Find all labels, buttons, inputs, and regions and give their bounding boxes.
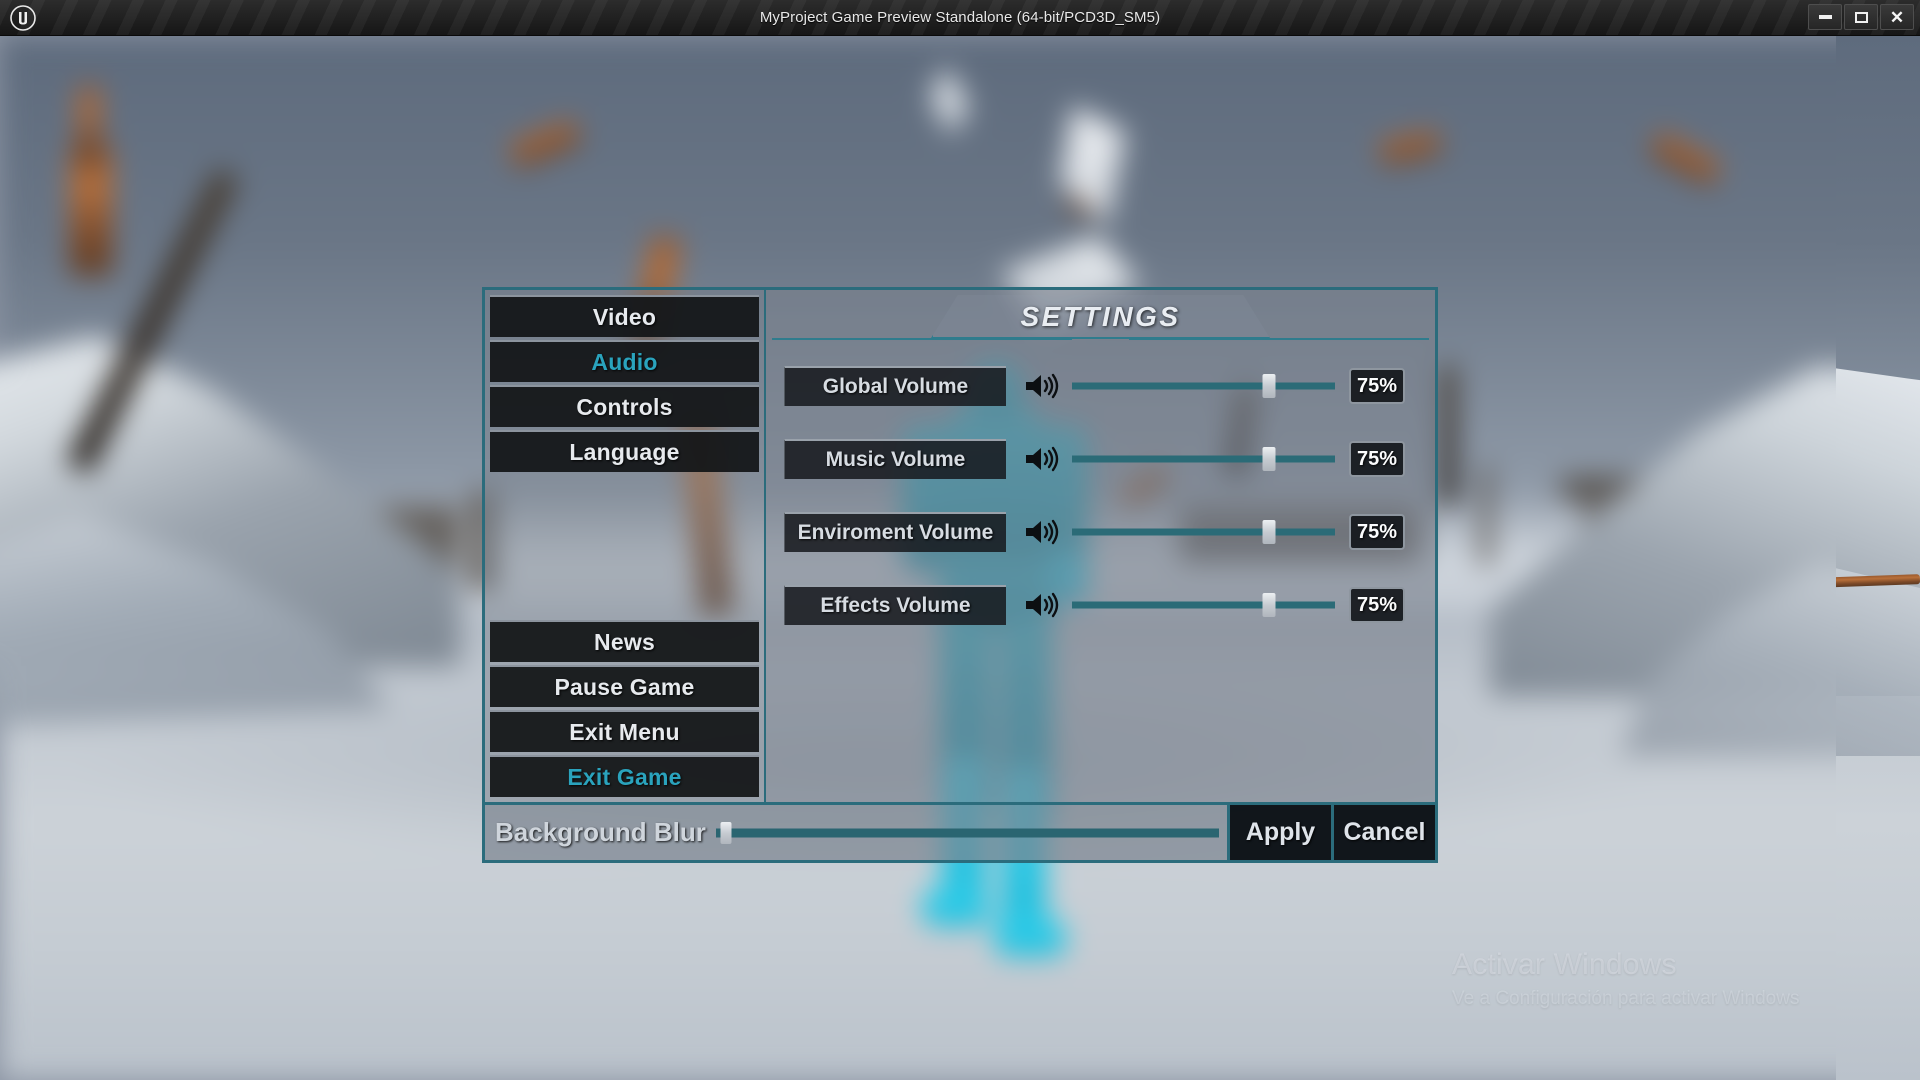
slider-track [1072, 455, 1335, 463]
settings-pane-header: SETTINGS [772, 295, 1429, 341]
sidebar-item-news[interactable]: News [490, 620, 759, 662]
sidebar-item-controls[interactable]: Controls [490, 385, 759, 427]
game-viewport[interactable]: Activar Windows Ve a Configuración para … [0, 36, 1920, 1080]
maximize-icon [1854, 11, 1868, 23]
label-background-blur: Background Blur [495, 817, 706, 847]
slider-enviroment-volume[interactable] [1072, 519, 1335, 545]
sidebar-item-exit-menu[interactable]: Exit Menu [490, 710, 759, 752]
page-title: SETTINGS [1020, 301, 1181, 332]
slider-background-blur[interactable] [715, 820, 1219, 846]
slider-track [1072, 528, 1335, 536]
sidebar-item-language[interactable]: Language [490, 430, 759, 472]
sidebar-item-video[interactable]: Video [490, 295, 759, 337]
slider-track [715, 828, 1219, 837]
value-global-volume: 75% [1349, 368, 1405, 404]
slider-global-volume[interactable] [1072, 373, 1335, 399]
slider-handle[interactable] [1262, 447, 1276, 471]
slider-handle[interactable] [1262, 374, 1276, 398]
window-controls: ✕ [1808, 4, 1914, 30]
maximize-button[interactable] [1844, 4, 1878, 30]
scene-crisp-edge-strip [1836, 36, 1920, 1080]
settings-title-wrap: SETTINGS [931, 295, 1271, 339]
app-root: MyProject Game Preview Standalone (64-bi… [0, 0, 1920, 1080]
setting-row-effects-volume: Effects Volume 75% [784, 580, 1405, 630]
window-titlebar: MyProject Game Preview Standalone (64-bi… [0, 0, 1920, 36]
slider-effects-volume[interactable] [1072, 592, 1335, 618]
slider-track [1072, 601, 1335, 609]
settings-sidebar: Video Audio Controls Language News Pause… [485, 290, 764, 802]
scene-distant-structure [1480, 466, 1492, 566]
speaker-icon[interactable] [1020, 369, 1066, 403]
character-foot-right [994, 918, 1066, 956]
label-effects-volume: Effects Volume [784, 585, 1006, 625]
label-global-volume: Global Volume [784, 366, 1006, 406]
close-button[interactable]: ✕ [1880, 4, 1914, 30]
close-icon: ✕ [1889, 7, 1905, 27]
cancel-button[interactable]: Cancel [1331, 805, 1435, 860]
minimize-button[interactable] [1808, 4, 1842, 30]
slider-handle[interactable] [1262, 593, 1276, 617]
slider-handle[interactable] [720, 821, 732, 844]
character-foot-left [922, 890, 990, 926]
apply-button[interactable]: Apply [1227, 805, 1331, 860]
slider-handle[interactable] [1262, 520, 1276, 544]
scene-rust-post [78, 86, 100, 166]
scene-dark-beam [1440, 366, 1456, 506]
minimize-icon [1818, 15, 1832, 19]
value-music-volume: 75% [1349, 441, 1405, 477]
value-enviroment-volume: 75% [1349, 514, 1405, 550]
speaker-icon[interactable] [1020, 442, 1066, 476]
label-enviroment-volume: Enviroment Volume [784, 512, 1006, 552]
slider-track [1072, 382, 1335, 390]
speaker-icon[interactable] [1020, 515, 1066, 549]
slider-music-volume[interactable] [1072, 446, 1335, 472]
setting-row-global-volume: Global Volume 75% [784, 361, 1405, 411]
settings-pane: SETTINGS Global Volume 75% Music Volume … [764, 290, 1435, 802]
window-title: MyProject Game Preview Standalone (64-bi… [759, 9, 1161, 26]
sidebar-item-audio[interactable]: Audio [490, 340, 759, 382]
setting-row-music-volume: Music Volume 75% [784, 434, 1405, 484]
settings-menu-body: Video Audio Controls Language News Pause… [485, 290, 1435, 802]
speaker-icon[interactable] [1020, 588, 1066, 622]
settings-footer: Background Blur Apply Cancel [485, 802, 1435, 860]
settings-menu: Video Audio Controls Language News Pause… [482, 287, 1438, 863]
audio-settings-rows: Global Volume 75% Music Volume 75% Envir… [766, 341, 1435, 630]
value-effects-volume: 75% [1349, 587, 1405, 623]
sidebar-item-exit-game[interactable]: Exit Game [490, 755, 759, 797]
label-music-volume: Music Volume [784, 439, 1006, 479]
sidebar-item-pause-game[interactable]: Pause Game [490, 665, 759, 707]
setting-row-enviroment-volume: Enviroment Volume 75% [784, 507, 1405, 557]
